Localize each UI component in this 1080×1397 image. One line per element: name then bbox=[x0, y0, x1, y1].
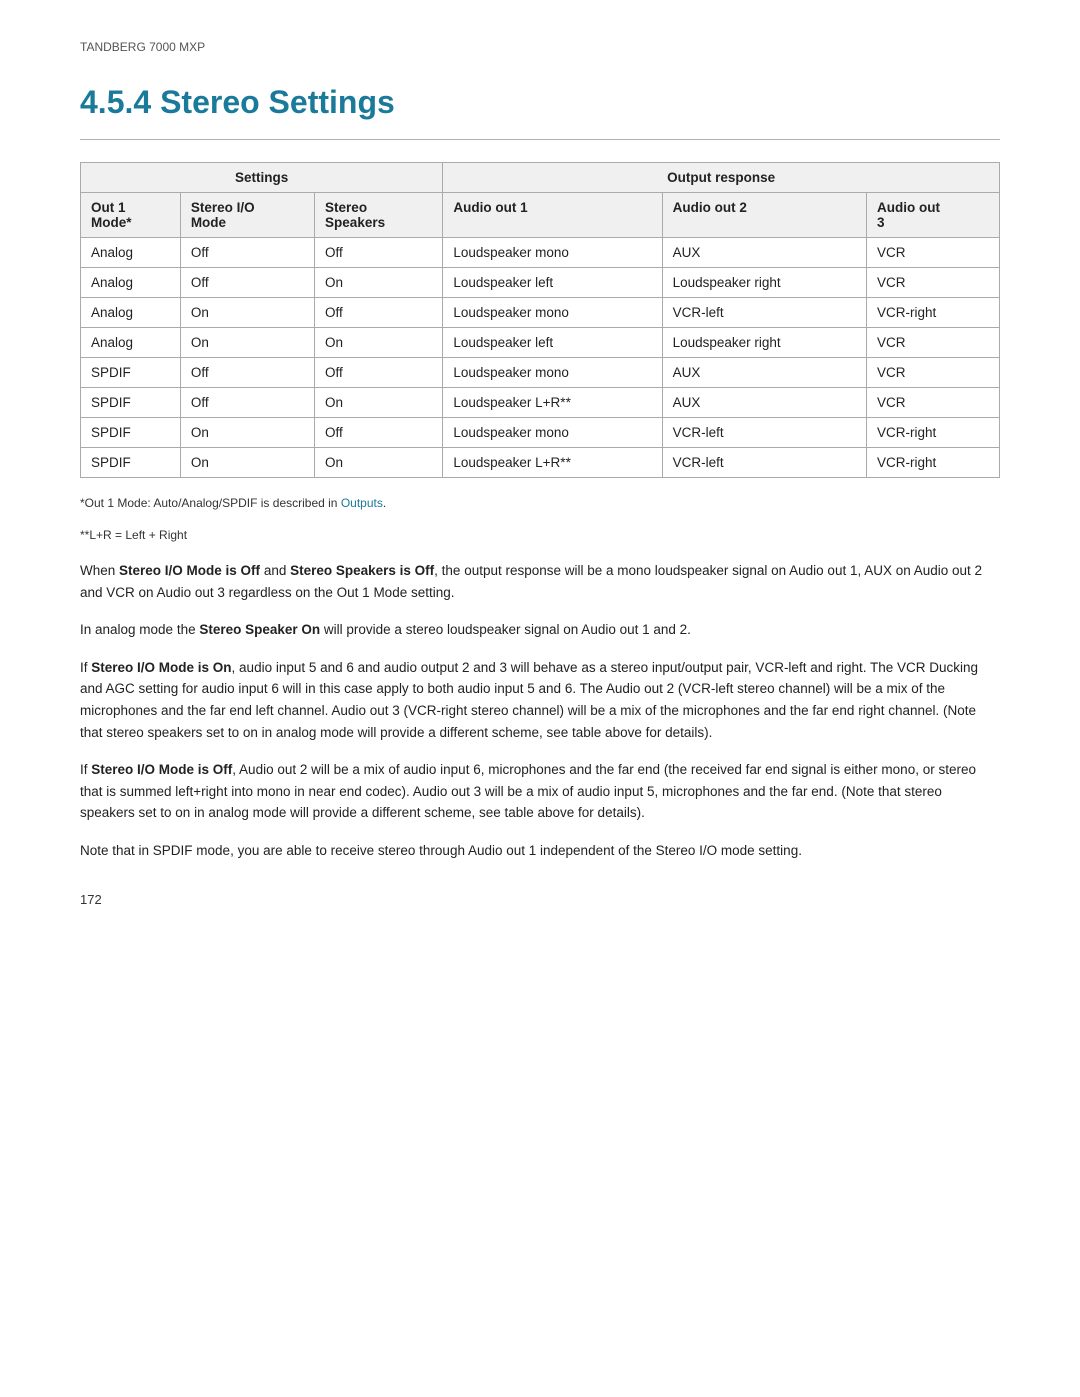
table-cell: Off bbox=[315, 358, 443, 388]
header-label: TANDBERG 7000 MXP bbox=[80, 40, 1000, 54]
table-cell: Off bbox=[180, 388, 314, 418]
table-row: SPDIFOffOnLoudspeaker L+R**AUXVCR bbox=[81, 388, 1000, 418]
table-cell: AUX bbox=[662, 388, 866, 418]
table-row: AnalogOnOnLoudspeaker leftLoudspeaker ri… bbox=[81, 328, 1000, 358]
table-row: AnalogOffOnLoudspeaker leftLoudspeaker r… bbox=[81, 268, 1000, 298]
page-number: 172 bbox=[80, 892, 1000, 907]
col-stereospeakers: StereoSpeakers bbox=[315, 193, 443, 238]
body-paragraph: In analog mode the Stereo Speaker On wil… bbox=[80, 619, 1000, 641]
table-cell: VCR-left bbox=[662, 418, 866, 448]
table-cell: AUX bbox=[662, 238, 866, 268]
table-row: AnalogOffOffLoudspeaker monoAUXVCR bbox=[81, 238, 1000, 268]
footnote-2: **L+R = Left + Right bbox=[80, 528, 1000, 542]
table-cell: On bbox=[315, 448, 443, 478]
footnote-1: *Out 1 Mode: Auto/Analog/SPDIF is descri… bbox=[80, 496, 1000, 510]
table-cell: VCR-left bbox=[662, 448, 866, 478]
output-group-header: Output response bbox=[443, 163, 1000, 193]
table-cell: On bbox=[315, 388, 443, 418]
col-audioout2: Audio out 2 bbox=[662, 193, 866, 238]
page-title: 4.5.4 Stereo Settings bbox=[80, 84, 1000, 121]
table-cell: Loudspeaker L+R** bbox=[443, 448, 662, 478]
body-paragraph: If Stereo I/O Mode is Off, Audio out 2 w… bbox=[80, 759, 1000, 824]
body-paragraph: Note that in SPDIF mode, you are able to… bbox=[80, 840, 1000, 862]
col-audioout1: Audio out 1 bbox=[443, 193, 662, 238]
table-cell: Off bbox=[315, 238, 443, 268]
table-cell: Loudspeaker mono bbox=[443, 418, 662, 448]
table-cell: Loudspeaker left bbox=[443, 328, 662, 358]
col-out1mode: Out 1Mode* bbox=[81, 193, 181, 238]
stereo-settings-table: Settings Output response Out 1Mode* Ster… bbox=[80, 162, 1000, 478]
table-cell: VCR-right bbox=[866, 448, 999, 478]
table-cell: Analog bbox=[81, 268, 181, 298]
col-stereoio: Stereo I/OMode bbox=[180, 193, 314, 238]
table-cell: Off bbox=[180, 268, 314, 298]
table-cell: SPDIF bbox=[81, 448, 181, 478]
table-cell: Off bbox=[315, 418, 443, 448]
table-cell: Off bbox=[180, 358, 314, 388]
col-audioout3: Audio out3 bbox=[866, 193, 999, 238]
table-cell: VCR bbox=[866, 358, 999, 388]
table-cell: VCR bbox=[866, 328, 999, 358]
table-cell: VCR-left bbox=[662, 298, 866, 328]
table-cell: VCR-right bbox=[866, 298, 999, 328]
body-paragraph: When Stereo I/O Mode is Off and Stereo S… bbox=[80, 560, 1000, 603]
table-cell: Analog bbox=[81, 238, 181, 268]
table-cell: Off bbox=[180, 238, 314, 268]
table-cell: SPDIF bbox=[81, 358, 181, 388]
table-cell: On bbox=[315, 268, 443, 298]
settings-group-header: Settings bbox=[81, 163, 443, 193]
outputs-link[interactable]: Outputs bbox=[341, 496, 383, 510]
table-cell: Loudspeaker mono bbox=[443, 238, 662, 268]
table-cell: On bbox=[180, 298, 314, 328]
table-row: AnalogOnOffLoudspeaker monoVCR-leftVCR-r… bbox=[81, 298, 1000, 328]
table-cell: On bbox=[180, 448, 314, 478]
table-cell: VCR bbox=[866, 238, 999, 268]
table-cell: Off bbox=[315, 298, 443, 328]
table-row: SPDIFOffOffLoudspeaker monoAUXVCR bbox=[81, 358, 1000, 388]
table-cell: SPDIF bbox=[81, 388, 181, 418]
table-cell: Loudspeaker right bbox=[662, 328, 866, 358]
table-cell: Loudspeaker L+R** bbox=[443, 388, 662, 418]
table-cell: On bbox=[180, 418, 314, 448]
table-cell: VCR bbox=[866, 388, 999, 418]
table-cell: AUX bbox=[662, 358, 866, 388]
table-cell: Loudspeaker mono bbox=[443, 298, 662, 328]
table-cell: SPDIF bbox=[81, 418, 181, 448]
table-cell: Loudspeaker right bbox=[662, 268, 866, 298]
table-cell: On bbox=[315, 328, 443, 358]
table-cell: On bbox=[180, 328, 314, 358]
section-divider bbox=[80, 139, 1000, 140]
body-paragraph: If Stereo I/O Mode is On, audio input 5 … bbox=[80, 657, 1000, 743]
table-row: SPDIFOnOffLoudspeaker monoVCR-leftVCR-ri… bbox=[81, 418, 1000, 448]
table-cell: Analog bbox=[81, 298, 181, 328]
table-cell: VCR bbox=[866, 268, 999, 298]
table-row: SPDIFOnOnLoudspeaker L+R**VCR-leftVCR-ri… bbox=[81, 448, 1000, 478]
table-cell: Analog bbox=[81, 328, 181, 358]
table-cell: Loudspeaker mono bbox=[443, 358, 662, 388]
table-cell: Loudspeaker left bbox=[443, 268, 662, 298]
table-cell: VCR-right bbox=[866, 418, 999, 448]
